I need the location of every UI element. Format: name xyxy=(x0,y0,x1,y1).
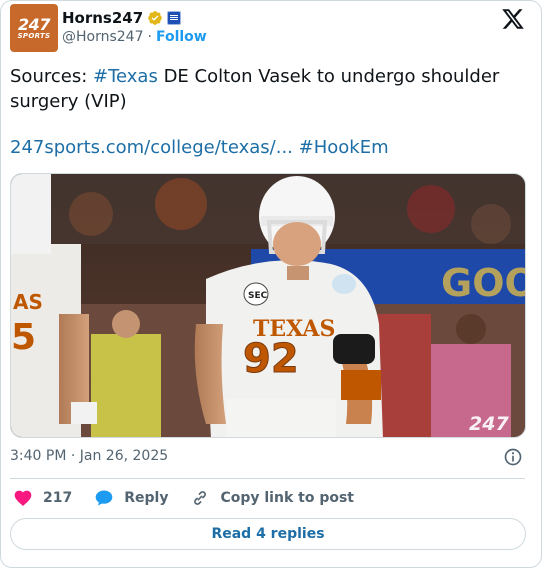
name-row: Horns247 xyxy=(62,7,182,29)
copy-link-button[interactable]: Copy link to post xyxy=(190,488,354,508)
svg-text:AS: AS xyxy=(13,290,43,314)
svg-text:SEC: SEC xyxy=(248,291,268,301)
reply-label: Reply xyxy=(124,490,169,506)
like-count: 217 xyxy=(43,490,73,506)
svg-text:5: 5 xyxy=(11,317,36,358)
separator: · xyxy=(147,29,152,45)
read-replies-button[interactable]: Read 4 replies xyxy=(10,518,526,550)
tweet-text-prefix: Sources: xyxy=(10,66,93,87)
follow-button[interactable]: Follow xyxy=(156,29,207,45)
hashtag-texas[interactable]: #Texas xyxy=(93,66,158,87)
heart-icon xyxy=(14,490,32,506)
action-bar: 217 Reply Copy link to post xyxy=(13,487,354,509)
verified-badge-icon xyxy=(148,11,163,25)
like-button[interactable]: 217 xyxy=(13,488,72,508)
avatar-logo-subtext: SPORTS xyxy=(17,32,51,40)
reply-button[interactable]: Reply xyxy=(94,488,168,508)
jersey-number: 92 xyxy=(243,336,299,382)
handle-row: @Horns247 · Follow xyxy=(62,29,207,45)
info-icon[interactable] xyxy=(503,447,523,467)
photo-image: GOO AS 5 SEC TEXAS xyxy=(11,174,526,437)
x-logo-icon[interactable] xyxy=(501,7,525,31)
svg-text:GOO: GOO xyxy=(441,261,526,305)
tweet-card: 247 SPORTS Horns247 @Horns247 · Follow S… xyxy=(0,0,542,568)
reply-bubble-icon xyxy=(95,490,113,506)
link-icon xyxy=(194,491,207,505)
actions-divider xyxy=(10,478,525,479)
photo-watermark: 247 xyxy=(469,413,509,435)
tweet-photo[interactable]: GOO AS 5 SEC TEXAS xyxy=(10,173,526,438)
display-name[interactable]: Horns247 xyxy=(62,9,143,27)
tweet-text: Sources: #Texas DE Colton Vasek to under… xyxy=(10,64,530,114)
tweet-timestamp[interactable]: 3:40 PM · Jan 26, 2025 xyxy=(10,448,168,464)
tweet-link-row: 247sports.com/college/texas/... #HookEm xyxy=(10,135,389,160)
tweet-header: 247 SPORTS Horns247 @Horns247 · Follow xyxy=(10,4,529,54)
hashtag-hookem[interactable]: #HookEm xyxy=(299,137,389,158)
avatar[interactable]: 247 SPORTS xyxy=(10,4,58,52)
handle[interactable]: @Horns247 xyxy=(62,29,144,45)
copy-link-label: Copy link to post xyxy=(220,490,354,506)
affiliate-badge-icon[interactable] xyxy=(167,11,182,25)
article-link[interactable]: 247sports.com/college/texas/... xyxy=(10,137,293,158)
